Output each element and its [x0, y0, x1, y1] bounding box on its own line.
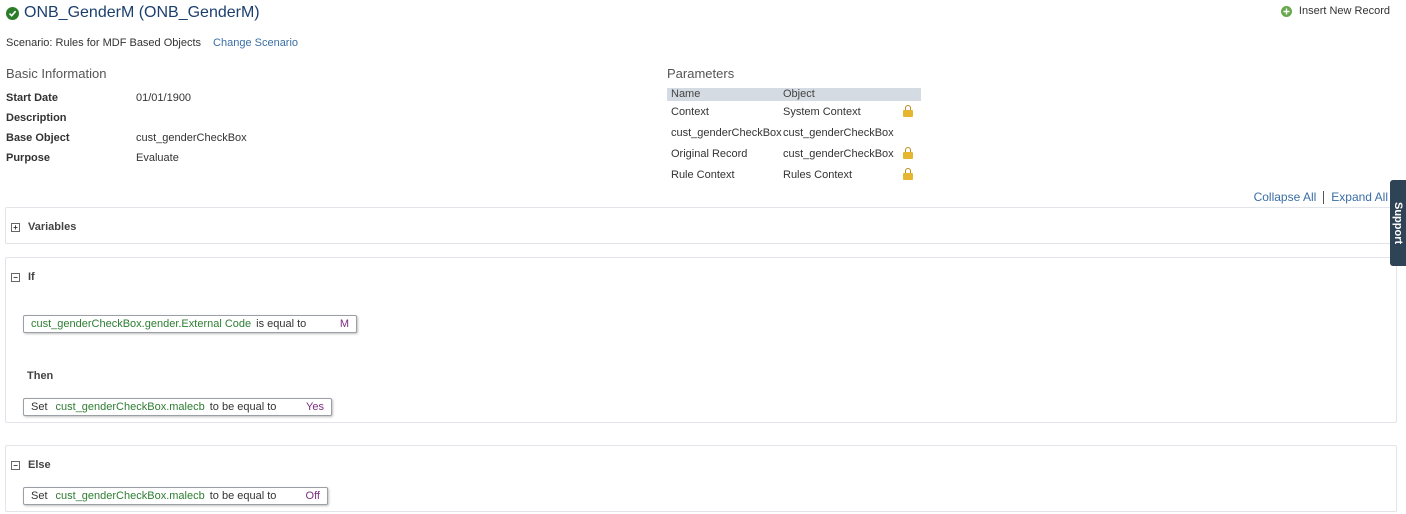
- if-condition-expression[interactable]: cust_genderCheckBox.gender.External Code…: [23, 315, 357, 333]
- action-verb: Set: [31, 490, 48, 502]
- insert-new-record-label: Insert New Record: [1298, 5, 1390, 17]
- purpose-label: Purpose: [6, 152, 51, 164]
- insert-new-record-button[interactable]: Insert New Record: [1280, 5, 1390, 17]
- column-header-object: Object: [783, 88, 815, 100]
- page-title: ONB_GenderM (ONB_GenderM): [24, 4, 260, 21]
- param-name: Original Record: [671, 147, 748, 160]
- else-title: Else: [28, 459, 51, 471]
- expand-icon[interactable]: +: [11, 222, 20, 232]
- variables-header[interactable]: + Variables: [11, 221, 76, 233]
- action-value[interactable]: Off: [306, 490, 320, 502]
- page-header: ONB_GenderM (ONB_GenderM): [6, 3, 260, 23]
- support-tab-label: Support: [1392, 201, 1404, 245]
- start-date-label: Start Date: [6, 92, 58, 104]
- support-tab[interactable]: Support: [1390, 180, 1406, 266]
- collapse-expand-controls: Collapse All Expand All: [1254, 190, 1388, 204]
- action-field[interactable]: cust_genderCheckBox.malecb: [56, 401, 205, 413]
- condition-operator[interactable]: is equal to: [256, 318, 306, 330]
- base-object-value: cust_genderCheckBox: [136, 132, 247, 144]
- purpose-value: Evaluate: [136, 152, 179, 164]
- basic-info-heading: Basic Information: [6, 66, 107, 81]
- expand-all-link[interactable]: Expand All: [1331, 190, 1388, 204]
- parameters-table-header: Name Object: [667, 88, 921, 101]
- description-label: Description: [6, 112, 67, 124]
- table-row: Context System Context: [667, 101, 921, 122]
- if-title: If: [28, 271, 35, 283]
- action-field[interactable]: cust_genderCheckBox.malecb: [56, 490, 205, 502]
- action-value[interactable]: Yes: [306, 401, 324, 413]
- condition-value[interactable]: M: [340, 318, 349, 330]
- check-circle-icon: [6, 6, 19, 20]
- collapse-icon[interactable]: −: [11, 272, 20, 282]
- action-operator[interactable]: to be equal to: [210, 490, 277, 502]
- table-row: Original Record cust_genderCheckBox: [667, 143, 921, 164]
- parameters-heading: Parameters: [667, 66, 735, 81]
- then-label: Then: [27, 370, 54, 382]
- param-name: cust_genderCheckBox: [671, 126, 782, 139]
- collapse-icon[interactable]: −: [11, 460, 20, 470]
- else-panel: − Else Set cust_genderCheckBox.malecb to…: [5, 445, 1397, 512]
- param-object: cust_genderCheckBox: [783, 147, 894, 160]
- variables-title: Variables: [28, 221, 77, 233]
- else-action-expression[interactable]: Set cust_genderCheckBox.malecb to be equ…: [23, 487, 328, 505]
- table-row: Rule Context Rules Context: [667, 164, 921, 185]
- param-object: cust_genderCheckBox: [783, 126, 894, 139]
- action-operator[interactable]: to be equal to: [210, 401, 277, 413]
- param-name: Context: [671, 105, 709, 118]
- base-object-label: Base Object: [6, 132, 70, 144]
- variables-panel: + Variables: [5, 207, 1397, 244]
- start-date-value: 01/01/1900: [136, 92, 192, 104]
- param-name: Rule Context: [671, 168, 735, 181]
- if-panel: − If cust_genderCheckBox.gender.External…: [5, 257, 1397, 423]
- separator: [1323, 190, 1325, 204]
- then-action-expression[interactable]: Set cust_genderCheckBox.malecb to be equ…: [23, 398, 332, 416]
- parameters-table: Name Object Context System Context cust_…: [667, 88, 921, 185]
- lock-icon: [903, 168, 913, 180]
- param-object: Rules Context: [783, 168, 853, 181]
- lock-icon: [903, 147, 913, 159]
- change-scenario-link[interactable]: Change Scenario: [213, 37, 298, 49]
- else-header[interactable]: − Else: [11, 459, 51, 471]
- table-row: cust_genderCheckBox cust_genderCheckBox: [667, 122, 921, 143]
- param-object: System Context: [783, 105, 861, 118]
- plus-circle-icon: [1280, 5, 1292, 17]
- condition-field[interactable]: cust_genderCheckBox.gender.External Code: [31, 318, 251, 330]
- collapse-all-link[interactable]: Collapse All: [1254, 190, 1317, 204]
- scenario-text: Scenario: Rules for MDF Based Objects: [6, 37, 202, 49]
- column-header-name: Name: [671, 88, 701, 100]
- scenario-row: Scenario: Rules for MDF Based Objects Ch…: [6, 37, 298, 49]
- if-header[interactable]: − If: [11, 271, 35, 283]
- action-verb: Set: [31, 401, 48, 413]
- lock-icon: [903, 105, 913, 117]
